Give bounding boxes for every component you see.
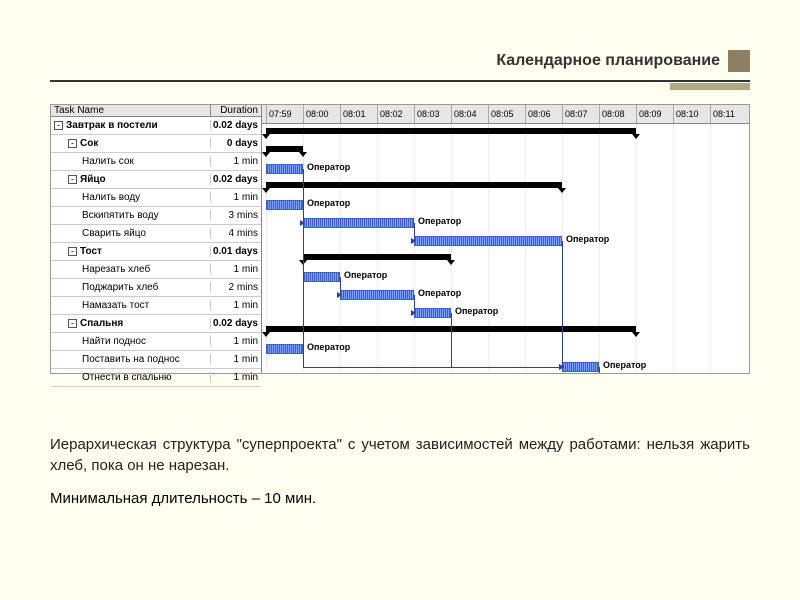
bar-label: Оператор <box>418 216 461 226</box>
task-bar <box>266 344 303 354</box>
summary-bar <box>266 146 303 152</box>
task-duration: 1 min <box>211 300 261 311</box>
task-table: Task Name Duration -Завтрак в постели0.0… <box>51 105 262 373</box>
table-row: Намазать тост 1 min <box>51 297 261 315</box>
description2-text: Минимальная длительность – 10 мин. <box>50 490 750 507</box>
task-bar <box>266 164 303 174</box>
task-duration: 0.02 days <box>211 120 261 131</box>
task-name: Спальня <box>80 318 123 329</box>
accent-bar <box>670 83 750 90</box>
time-tick: 08:11 <box>710 105 735 123</box>
task-duration: 0.02 days <box>211 174 261 185</box>
time-tick: 08:10 <box>673 105 699 123</box>
task-duration: 1 min <box>211 354 261 365</box>
task-duration: 1 min <box>211 372 261 383</box>
divider <box>50 80 750 82</box>
task-duration: 0.02 days <box>211 318 261 329</box>
bar-label: Оператор <box>307 162 350 172</box>
task-bar <box>340 290 414 300</box>
table-row: Поджарить хлеб 2 mins <box>51 279 261 297</box>
gantt-chart: Task Name Duration -Завтрак в постели0.0… <box>50 104 750 374</box>
task-bar <box>303 218 414 228</box>
task-duration: 1 min <box>211 156 261 167</box>
task-name: Яйцо <box>80 174 106 185</box>
task-bar <box>303 272 340 282</box>
bar-label: Оператор <box>566 234 609 244</box>
bar-label: Оператор <box>307 198 350 208</box>
task-bar <box>266 200 303 210</box>
collapse-icon[interactable]: - <box>68 247 77 256</box>
collapse-icon[interactable]: - <box>68 175 77 184</box>
table-row: -Тост 0.01 days <box>51 243 261 261</box>
task-name: Налить воду <box>82 192 140 203</box>
gantt-timeline: 07:59 08:00 08:01 08:02 08:03 08:04 08:05 08:06… <box>262 105 749 373</box>
time-tick: 08:08 <box>599 105 625 123</box>
task-bar <box>562 362 599 372</box>
task-name: Поставить на поднос <box>82 354 180 365</box>
collapse-icon[interactable]: - <box>68 319 77 328</box>
table-row: -Яйцо 0.02 days <box>51 171 261 189</box>
summary-bar <box>266 128 636 134</box>
task-name: Сварить яйцо <box>82 228 146 239</box>
table-row: Отнести в спальню 1 min <box>51 369 261 387</box>
task-duration: 1 min <box>211 264 261 275</box>
bar-label: Оператор <box>307 342 350 352</box>
table-row: Найти поднос 1 min <box>51 333 261 351</box>
task-duration: 4 mins <box>211 228 261 239</box>
bar-label: Оператор <box>418 288 461 298</box>
time-tick: 08:03 <box>414 105 440 123</box>
task-duration: 1 min <box>211 192 261 203</box>
description-text: Иерархическая структура "суперпроекта" с… <box>50 434 750 476</box>
time-tick: 08:04 <box>451 105 477 123</box>
table-row: Поставить на поднос 1 min <box>51 351 261 369</box>
task-name: Найти поднос <box>82 336 146 347</box>
time-tick: 08:06 <box>525 105 551 123</box>
accent-square <box>728 50 750 72</box>
table-row: -Сок 0 days <box>51 135 261 153</box>
collapse-icon[interactable]: - <box>54 121 63 130</box>
task-bar <box>414 236 562 246</box>
table-row: Нарезать хлеб 1 min <box>51 261 261 279</box>
task-duration: 2 mins <box>211 282 261 293</box>
summary-bar <box>266 182 562 188</box>
time-tick: 07:59 <box>266 105 292 123</box>
task-name: Завтрак в постели <box>66 120 158 131</box>
time-tick: 08:07 <box>562 105 588 123</box>
time-tick: 08:05 <box>488 105 514 123</box>
time-tick: 08:00 <box>303 105 329 123</box>
time-tick: 08:09 <box>636 105 662 123</box>
header-duration: Duration <box>211 105 261 116</box>
task-name: Налить сок <box>82 156 134 167</box>
page-title: Календарное планирование <box>50 52 728 70</box>
collapse-icon[interactable]: - <box>68 139 77 148</box>
task-duration: 1 min <box>211 336 261 347</box>
task-name: Сок <box>80 138 98 149</box>
summary-bar <box>303 254 451 260</box>
time-tick: 08:01 <box>340 105 366 123</box>
time-tick: 08:02 <box>377 105 403 123</box>
bar-label: Оператор <box>603 360 646 370</box>
task-bar <box>414 308 451 318</box>
task-name: Вскипятить воду <box>82 210 159 221</box>
header-task: Task Name <box>51 105 211 116</box>
bar-label: Оператор <box>455 306 498 316</box>
task-duration: 0.01 days <box>211 246 261 257</box>
table-row: -Спальня 0.02 days <box>51 315 261 333</box>
task-name: Отнести в спальню <box>82 372 172 383</box>
task-duration: 3 mins <box>211 210 261 221</box>
task-name: Нарезать хлеб <box>82 264 150 275</box>
task-duration: 0 days <box>211 138 261 149</box>
table-row: Налить воду 1 min <box>51 189 261 207</box>
table-row: Налить сок 1 min <box>51 153 261 171</box>
table-row: -Завтрак в постели 0.02 days <box>51 117 261 135</box>
task-name: Намазать тост <box>82 300 149 311</box>
task-name: Поджарить хлеб <box>82 282 158 293</box>
table-row: Вскипятить воду 3 mins <box>51 207 261 225</box>
bar-label: Оператор <box>344 270 387 280</box>
table-row: Сварить яйцо 4 mins <box>51 225 261 243</box>
task-name: Тост <box>80 246 102 257</box>
